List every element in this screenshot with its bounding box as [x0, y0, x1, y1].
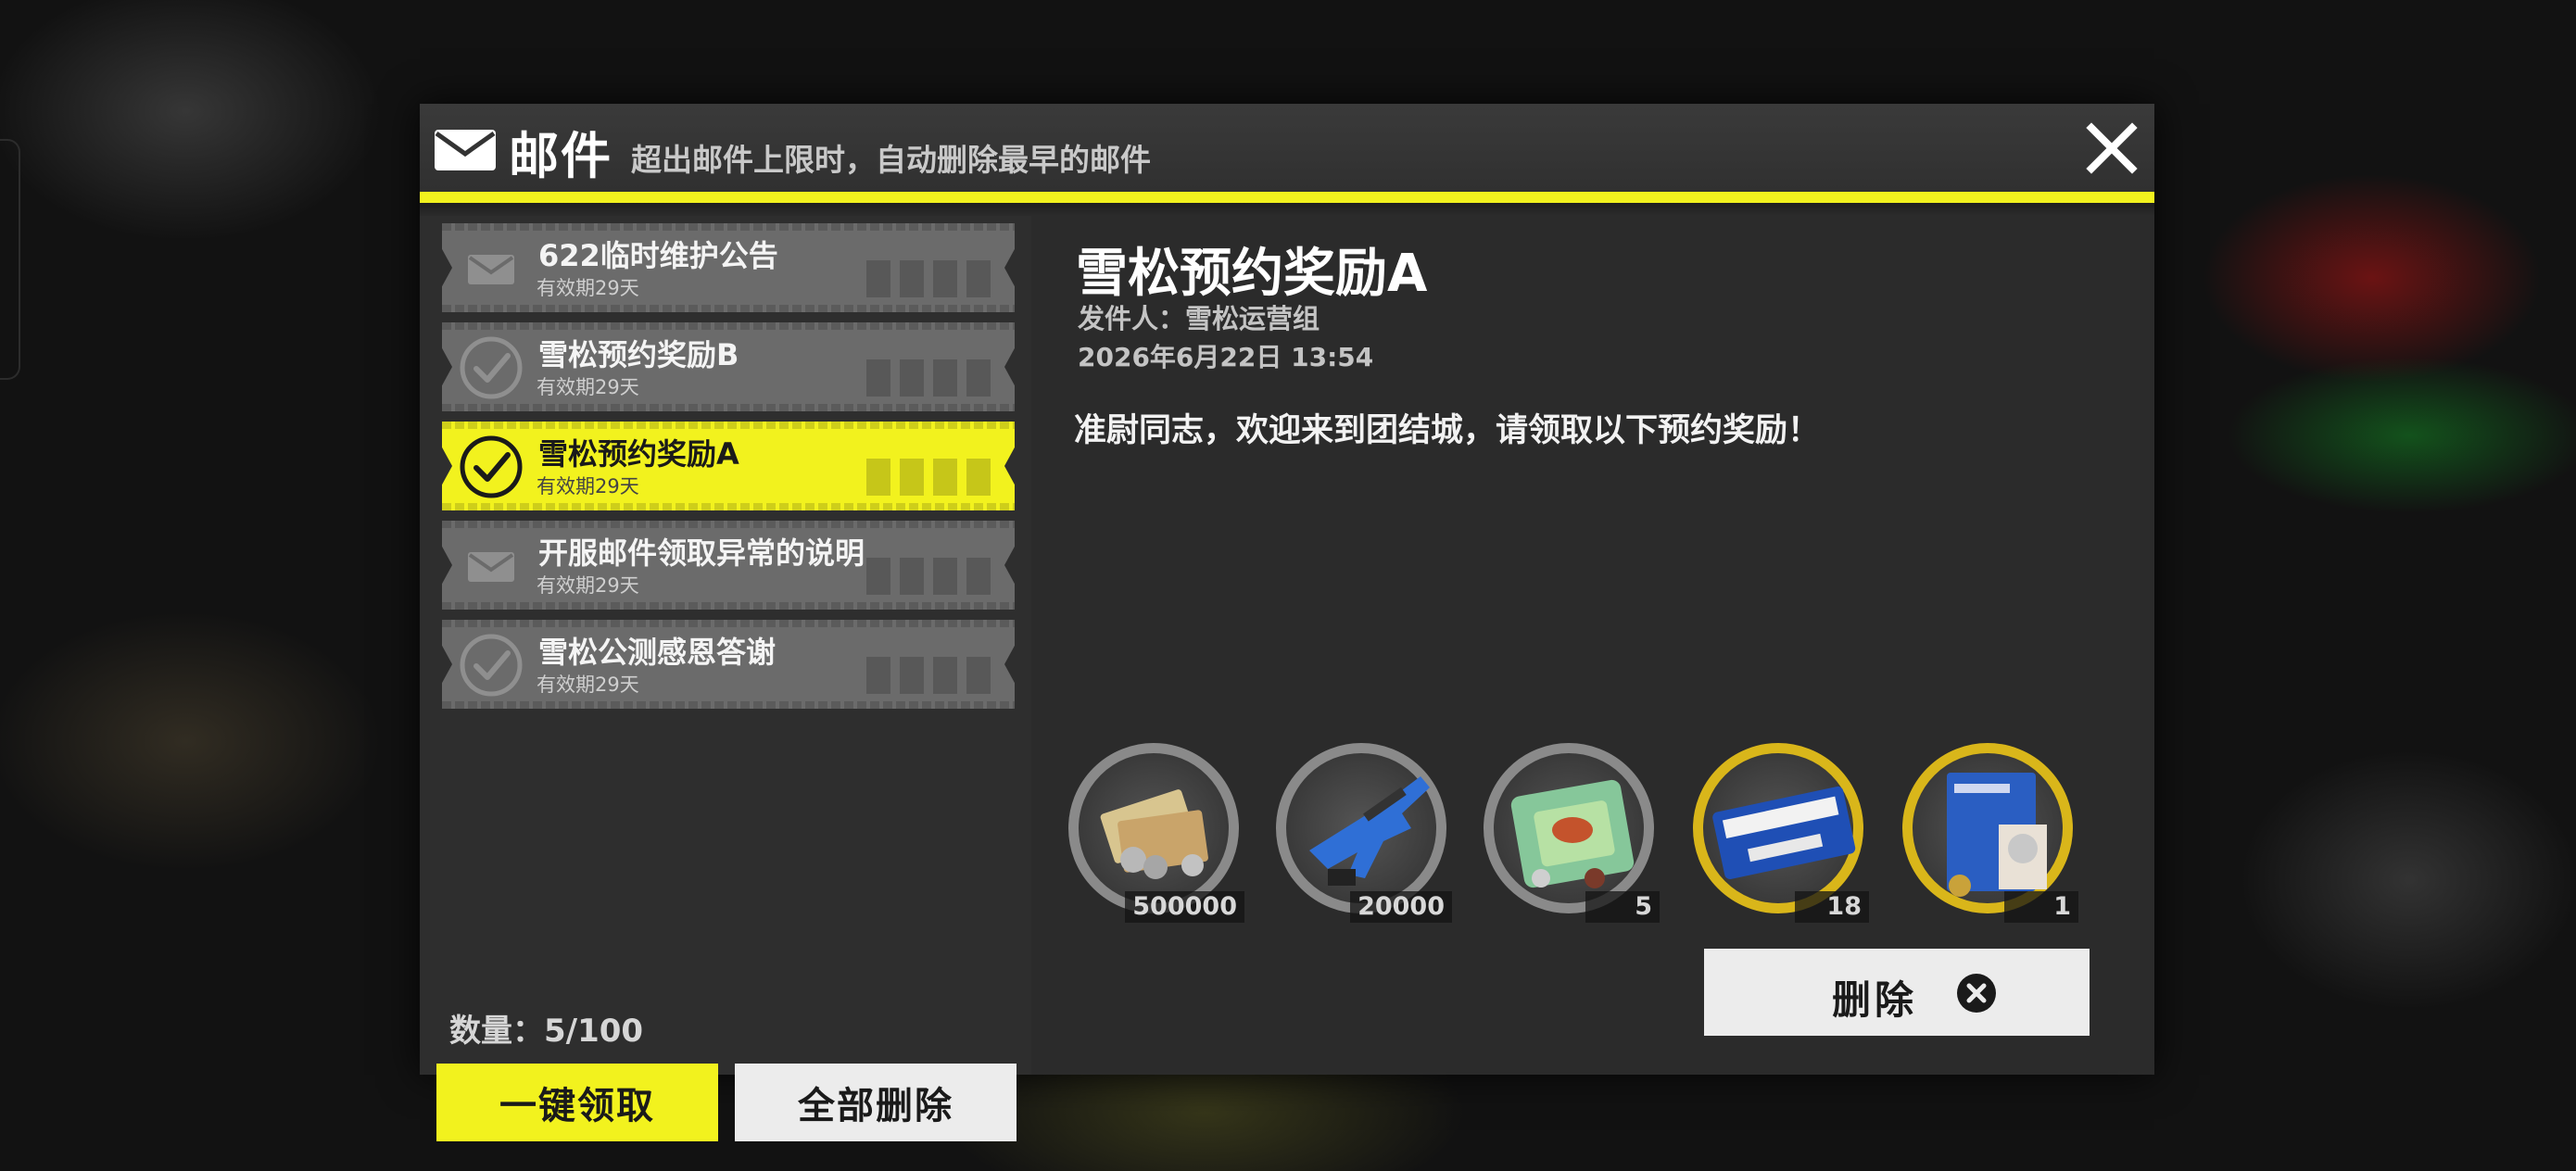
dialog-header: 邮件 超出邮件上限时，自动删除最早的邮件	[420, 104, 2154, 192]
ticket-notch	[1004, 545, 1016, 586]
mail-detail-title: 雪松预约奖励A	[1076, 244, 1428, 304]
envelope-icon	[435, 130, 496, 170]
mail-item-title: 雪松预约奖励A	[538, 436, 739, 472]
delete-button[interactable]: 删除	[1704, 949, 2090, 1036]
close-icon[interactable]	[2078, 115, 2145, 182]
delete-all-button[interactable]: 全部删除	[735, 1064, 1017, 1141]
ticket-decoration	[866, 459, 996, 496]
claim-all-button[interactable]: 一键领取	[436, 1064, 718, 1141]
mail-list-item[interactable]: 雪松预约奖励A 有效期29天	[441, 422, 1016, 510]
mail-item-expiry: 有效期29天	[537, 574, 639, 597]
header-shadow	[420, 203, 2154, 216]
mail-item-expiry: 有效期29天	[537, 475, 639, 497]
reward-quantity: 1	[2004, 891, 2078, 923]
mail-list-item[interactable]: 雪松公测感恩答谢 有效期29天	[441, 620, 1016, 709]
mail-item-title: 雪松公测感恩答谢	[538, 635, 777, 670]
reward-item[interactable]: 5	[1480, 739, 1665, 925]
reward-quantity: 500000	[1125, 891, 1244, 923]
dialog-title: 邮件	[509, 127, 612, 185]
reward-item[interactable]: 18	[1689, 739, 1875, 925]
ticket-decoration	[866, 558, 996, 595]
mail-dialog: 邮件 超出邮件上限时，自动删除最早的邮件 622临时维护公告 有效期29天 雪松…	[420, 104, 2154, 1141]
check-circle-icon	[460, 336, 523, 399]
mail-count: 数量：5/100	[449, 1013, 644, 1050]
mail-sender: 发件人：雪松运营组	[1078, 303, 1320, 334]
ticket-notch	[1004, 446, 1016, 486]
reward-item[interactable]: 500000	[1065, 739, 1250, 925]
ticket-notch	[1004, 644, 1016, 685]
mail-item-expiry: 有效期29天	[537, 674, 639, 696]
ticket-decoration	[866, 359, 996, 397]
envelope-icon	[468, 552, 514, 582]
ticket-decoration	[866, 657, 996, 694]
mail-list-item[interactable]: 开服邮件领取异常的说明 有效期29天	[441, 521, 1016, 610]
mail-item-title: 雪松预约奖励B	[538, 337, 739, 372]
reward-quantity: 20000	[1350, 891, 1452, 923]
reward-item[interactable]: 20000	[1272, 739, 1458, 925]
edge-tab	[0, 139, 20, 380]
mail-list-item[interactable]: 雪松预约奖励B 有效期29天	[441, 322, 1016, 411]
reward-quantity: 18	[1795, 891, 1869, 923]
ticket-notch	[441, 247, 452, 288]
reward-item[interactable]: 1	[1899, 739, 2084, 925]
mail-date: 2026年6月22日 13:54	[1078, 342, 1374, 372]
x-circle-icon	[1957, 974, 1996, 1013]
dialog-subtitle: 超出邮件上限时，自动删除最早的邮件	[631, 142, 1151, 178]
mail-item-title: 开服邮件领取异常的说明	[538, 535, 865, 571]
header-accent-bar	[420, 192, 2154, 203]
mail-body: 准尉同志，欢迎来到团结城，请领取以下预约奖励！	[1074, 412, 1821, 449]
ticket-notch	[441, 545, 452, 586]
mail-list-item[interactable]: 622临时维护公告 有效期29天	[441, 223, 1016, 312]
ticket-notch	[1004, 247, 1016, 288]
check-circle-icon	[460, 435, 523, 498]
mail-item-expiry: 有效期29天	[537, 277, 639, 299]
reward-quantity: 5	[1585, 891, 1660, 923]
mail-item-expiry: 有效期29天	[537, 376, 639, 398]
delete-button-label: 删除	[1832, 977, 1918, 1023]
ticket-notch	[441, 346, 452, 387]
ticket-decoration	[866, 260, 996, 297]
ticket-notch	[441, 446, 452, 486]
ticket-notch	[1004, 346, 1016, 387]
ticket-notch	[441, 644, 452, 685]
check-circle-icon	[460, 634, 523, 697]
envelope-icon	[468, 255, 514, 284]
mail-item-title: 622临时维护公告	[538, 238, 778, 273]
mail-list-panel: 622临时维护公告 有效期29天 雪松预约奖励B 有效期29天 雪松预约奖励A …	[420, 216, 1031, 1141]
